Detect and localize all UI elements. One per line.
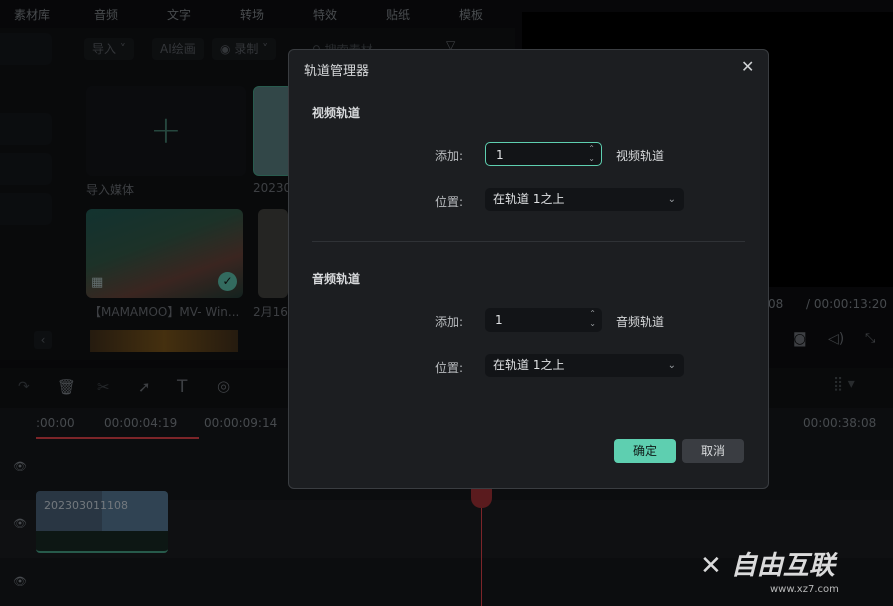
divider <box>312 241 745 242</box>
audio-add-value: 1 <box>495 313 503 327</box>
watermark-text: 自由互联 <box>730 551 835 581</box>
video-add-stepper[interactable]: 1 ⌃ ⌄ <box>485 142 602 166</box>
cancel-button[interactable]: 取消 <box>682 439 744 463</box>
audio-unit-label: 音频轨道 <box>616 315 665 329</box>
watermark-logo: ✕ 自由互联 <box>700 551 835 581</box>
audio-position-select[interactable]: 在轨道 1之上 ⌄ <box>485 354 684 377</box>
video-position-select[interactable]: 在轨道 1之上 ⌄ <box>485 188 684 211</box>
audio-position-label: 位置: <box>435 361 464 375</box>
dialog-title: 轨道管理器 <box>304 64 370 79</box>
video-unit-label: 视频轨道 <box>616 149 665 163</box>
video-section-title: 视频轨道 <box>312 106 361 120</box>
ok-button[interactable]: 确定 <box>614 439 676 463</box>
stepper-arrows-icon[interactable]: ⌃ ⌄ <box>589 309 596 329</box>
audio-section-title: 音频轨道 <box>312 272 361 286</box>
video-position-value: 在轨道 1之上 <box>493 192 565 206</box>
audio-add-label: 添加: <box>435 315 464 329</box>
chevron-down-icon: ⌄ <box>667 360 676 371</box>
close-icon[interactable]: ✕ <box>741 57 754 76</box>
audio-add-stepper[interactable]: 1 ⌃ ⌄ <box>485 308 602 332</box>
audio-position-value: 在轨道 1之上 <box>493 358 565 372</box>
video-add-label: 添加: <box>435 149 464 163</box>
track-manager-dialog: 轨道管理器 ✕ 视频轨道 添加: 1 ⌃ ⌄ 视频轨道 位置: 在轨道 1之上 ⌄ 音… <box>288 49 769 489</box>
video-position-label: 位置: <box>435 195 464 209</box>
chevron-down-icon: ⌄ <box>667 194 676 205</box>
stepper-arrows-icon[interactable]: ⌃ ⌄ <box>588 144 595 164</box>
video-add-value: 1 <box>496 148 504 162</box>
watermark-url: www.xz7.com <box>770 584 839 595</box>
